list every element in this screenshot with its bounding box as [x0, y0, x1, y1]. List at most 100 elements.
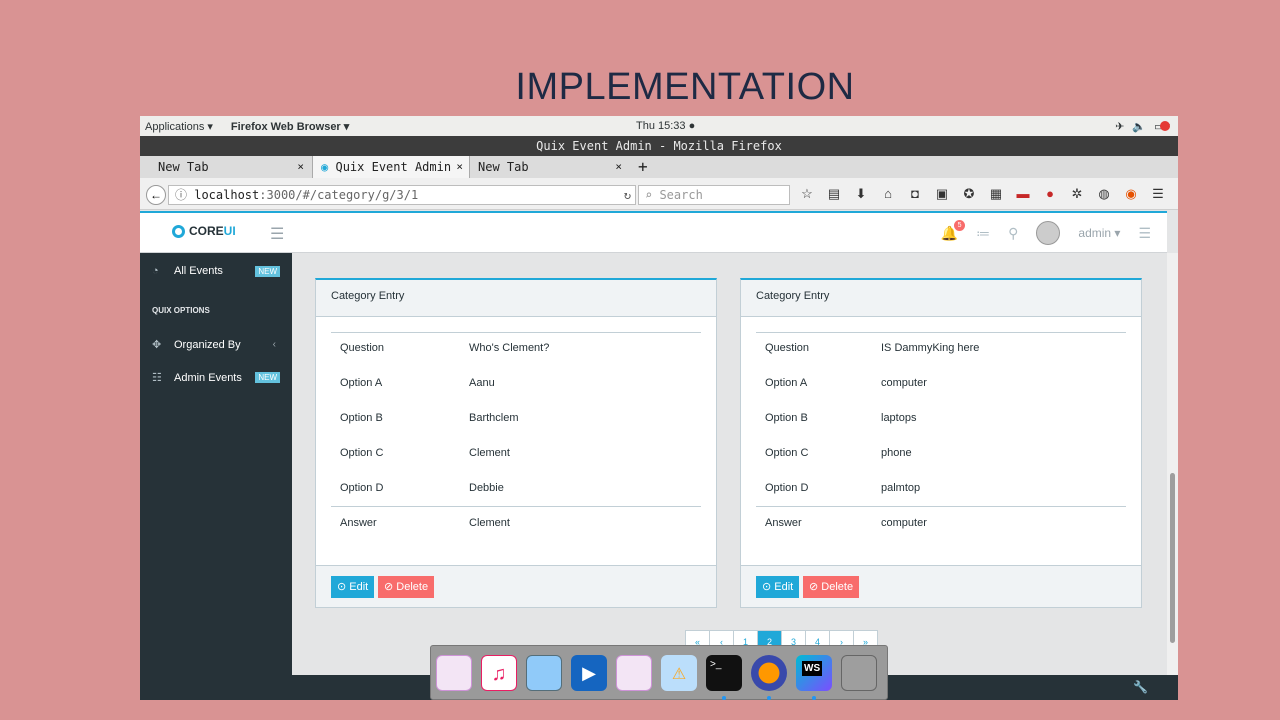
- url-bar[interactable]: ⓘ localhost:3000/#/category/g/3/1 ↻: [168, 185, 636, 205]
- list-icon[interactable]: ≔: [976, 225, 990, 242]
- row-value: Clement: [469, 447, 510, 459]
- ban-icon: ⊘: [384, 581, 397, 593]
- row-label: Option D: [340, 482, 384, 494]
- scroll-thumb[interactable]: [1170, 473, 1175, 643]
- app-header: CORE UI ☰ 🔔 5 ≔ ⚲ admin ▾ ☰: [140, 211, 1167, 253]
- reload-icon[interactable]: ↻: [624, 186, 631, 204]
- running-indicator: [722, 695, 726, 700]
- info-icon: ⓘ: [175, 188, 195, 202]
- extension-icon[interactable]: ✲: [1068, 186, 1086, 202]
- new-tab-plus-icon[interactable]: +: [638, 156, 648, 178]
- warning-icon[interactable]: ⚠: [661, 654, 697, 691]
- navigation-toolbar: ← ⓘ localhost:3000/#/category/g/3/1 ↻ ⌕ …: [140, 178, 1178, 210]
- volume-icon: 🔈: [1132, 120, 1147, 133]
- brand-logo[interactable]: CORE UI: [172, 224, 236, 238]
- search-input[interactable]: ⌕ Search: [638, 185, 790, 205]
- divider: [331, 506, 701, 507]
- avatar[interactable]: [1036, 221, 1061, 245]
- youtube-icon[interactable]: ▣: [933, 186, 951, 202]
- extension-icon[interactable]: ◍: [1095, 186, 1113, 202]
- tab-new-1[interactable]: New Tab ×: [150, 156, 310, 178]
- bookmark-star-icon[interactable]: ☆: [798, 186, 816, 202]
- edit-icon: ⊙: [762, 581, 775, 593]
- extension-icon[interactable]: ✪: [960, 186, 978, 202]
- row-value: Aanu: [469, 377, 495, 389]
- window-title: Quix Event Admin - Mozilla Firefox: [140, 136, 1178, 156]
- tab-new-2[interactable]: New Tab ×: [470, 156, 628, 178]
- home-icon[interactable]: ⌂: [879, 186, 897, 202]
- page-scrollbar[interactable]: [1167, 253, 1178, 675]
- sidebar-item-admin-events[interactable]: ☷ Admin Events NEW: [152, 371, 280, 384]
- music-icon[interactable]: ♫: [481, 654, 517, 691]
- row-value: computer: [881, 517, 927, 529]
- sidebar-section-title: QUIX OPTIONS: [152, 306, 210, 315]
- row-label: Option B: [340, 412, 383, 424]
- back-arrow-icon[interactable]: ←: [146, 185, 166, 205]
- row-value: palmtop: [881, 482, 921, 494]
- card-footer: ⊙ Edit ⊘ Delete: [316, 565, 716, 607]
- clock[interactable]: Thu 15:33 ●: [636, 120, 695, 132]
- speedometer-icon: ◔: [152, 265, 159, 277]
- tab-close-icon[interactable]: ×: [456, 156, 463, 178]
- hd-icon[interactable]: ▬: [1014, 186, 1032, 202]
- tab-quix-event-admin[interactable]: ◉ Quix Event Admin ×: [312, 156, 470, 178]
- main-content: Category Entry Question Who's Clement? Op…: [292, 253, 1167, 675]
- row-label: Question: [765, 342, 810, 354]
- user-menu[interactable]: admin ▾: [1078, 226, 1120, 240]
- slide-title: IMPLEMENTATION: [515, 66, 855, 108]
- new-badge: NEW: [255, 372, 280, 383]
- delete-label: Delete: [821, 581, 854, 593]
- edit-button[interactable]: ⊙ Edit: [331, 576, 375, 598]
- row-label: Question: [340, 342, 385, 354]
- edit-label: Edit: [349, 581, 369, 593]
- image-viewer-icon[interactable]: [526, 654, 562, 691]
- sidebar-item-all-events[interactable]: ◔ All Events NEW: [152, 265, 280, 277]
- app-launcher-icon[interactable]: [436, 654, 472, 691]
- search-icon: ⌕: [645, 188, 660, 202]
- bell-icon[interactable]: 🔔 5: [941, 219, 966, 242]
- pocket-icon[interactable]: ◘: [906, 186, 924, 202]
- search-placeholder: Search: [659, 188, 703, 202]
- ban-icon: ⊘: [809, 581, 822, 593]
- brand-text-ui: UI: [223, 224, 236, 238]
- delete-button[interactable]: ⊘ Delete: [803, 576, 860, 598]
- aside-toggle-icon[interactable]: ☰: [1138, 225, 1151, 242]
- edit-button[interactable]: ⊙ Edit: [756, 576, 800, 598]
- row-label: Option C: [765, 447, 809, 459]
- delete-button[interactable]: ⊘ Delete: [378, 576, 435, 598]
- tab-close-icon[interactable]: ×: [615, 156, 622, 178]
- location-icon[interactable]: ⚲: [1008, 225, 1018, 242]
- tab-close-icon[interactable]: ×: [297, 156, 304, 178]
- extension-icon[interactable]: ▦: [987, 186, 1005, 202]
- applications-menu[interactable]: Applications ▾: [145, 120, 213, 133]
- video-player-icon[interactable]: ▶: [571, 654, 607, 691]
- sidebar-item-label: All Events: [174, 265, 223, 277]
- webstorm-icon[interactable]: WS: [796, 654, 832, 700]
- firefox-icon[interactable]: [751, 654, 787, 700]
- menu-icon[interactable]: ☰: [1149, 186, 1167, 202]
- row-value: Debbie: [469, 482, 504, 494]
- app-launcher-icon[interactable]: [616, 654, 652, 691]
- wrench-icon[interactable]: 🔧: [1133, 680, 1148, 694]
- reading-list-icon[interactable]: ▤: [825, 186, 843, 202]
- extension-icon[interactable]: ◉: [1122, 186, 1140, 202]
- category-entry-card: Category Entry Question IS DammyKing here…: [740, 278, 1142, 608]
- pinterest-icon[interactable]: ●: [1041, 186, 1059, 202]
- download-icon[interactable]: ⬇: [852, 186, 870, 202]
- row-value: computer: [881, 377, 927, 389]
- divider: [756, 506, 1126, 507]
- app-menu[interactable]: Firefox Web Browser ▾: [231, 120, 349, 133]
- tab-label: Quix Event Admin: [335, 160, 452, 174]
- sidebar-item-organized-by[interactable]: ✥ Organized By ‹: [152, 338, 280, 352]
- row-value: Clement: [469, 517, 510, 529]
- gnome-top-bar: Applications ▾ Firefox Web Browser ▾ Thu…: [140, 116, 1178, 136]
- card-header: Category Entry: [316, 280, 716, 317]
- sidebar-toggle-icon[interactable]: ☰: [270, 224, 284, 244]
- coreui-logo-icon: [172, 224, 185, 238]
- terminal-icon[interactable]: >_: [706, 654, 742, 700]
- running-indicator: [812, 695, 816, 700]
- row-value: IS DammyKing here: [881, 342, 980, 354]
- row-label: Answer: [340, 517, 377, 529]
- window-close-button[interactable]: [1160, 121, 1170, 131]
- trash-icon[interactable]: [841, 654, 877, 691]
